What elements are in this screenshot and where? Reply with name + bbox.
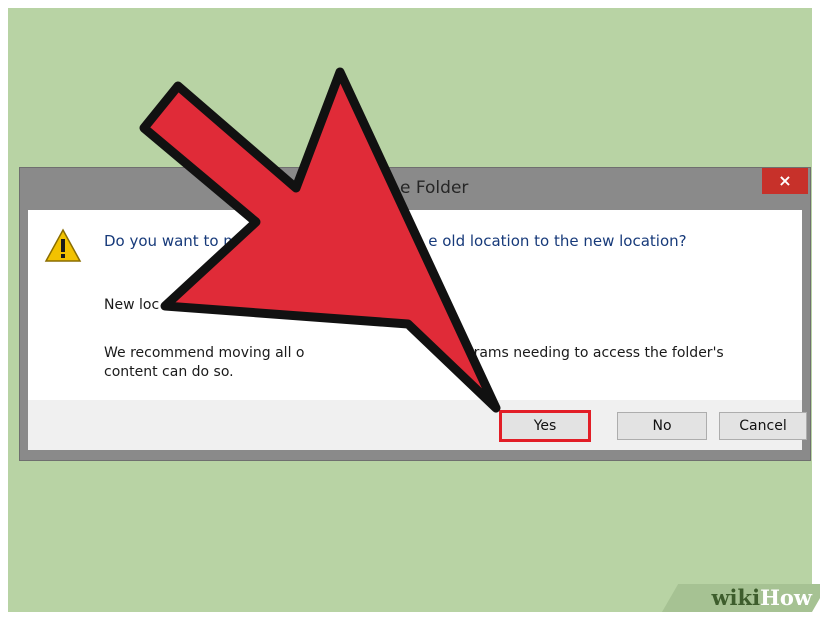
warning-icon: [44, 228, 82, 262]
new-location-label: New loc: [104, 297, 160, 313]
close-icon: ×: [778, 171, 792, 190]
dialog-content: Do you want to mo e old location to the …: [28, 210, 802, 400]
wikihow-watermark: wikiHow: [672, 584, 812, 612]
close-button[interactable]: ×: [762, 168, 808, 194]
no-button[interactable]: No: [617, 412, 707, 440]
recommendation-line-2: content can do so.: [104, 364, 234, 380]
yes-button[interactable]: Yes: [499, 410, 591, 442]
dialog-title: e Folder: [400, 178, 469, 198]
recommendation-line-1: We recommend moving all o grams needing …: [104, 345, 724, 361]
dialog-question: Do you want to mo e old location to the …: [104, 232, 687, 250]
move-folder-dialog: e Folder × Do you want to mo e old locat…: [19, 167, 811, 461]
dialog-title-bar: e Folder ×: [20, 168, 810, 210]
watermark-how: How: [760, 585, 812, 610]
cancel-button[interactable]: Cancel: [719, 412, 807, 440]
recommendation-text: We recommend moving all o grams needing …: [104, 344, 774, 382]
dialog-footer: Yes No Cancel: [28, 400, 807, 450]
watermark-wiki: wiki: [711, 585, 761, 610]
